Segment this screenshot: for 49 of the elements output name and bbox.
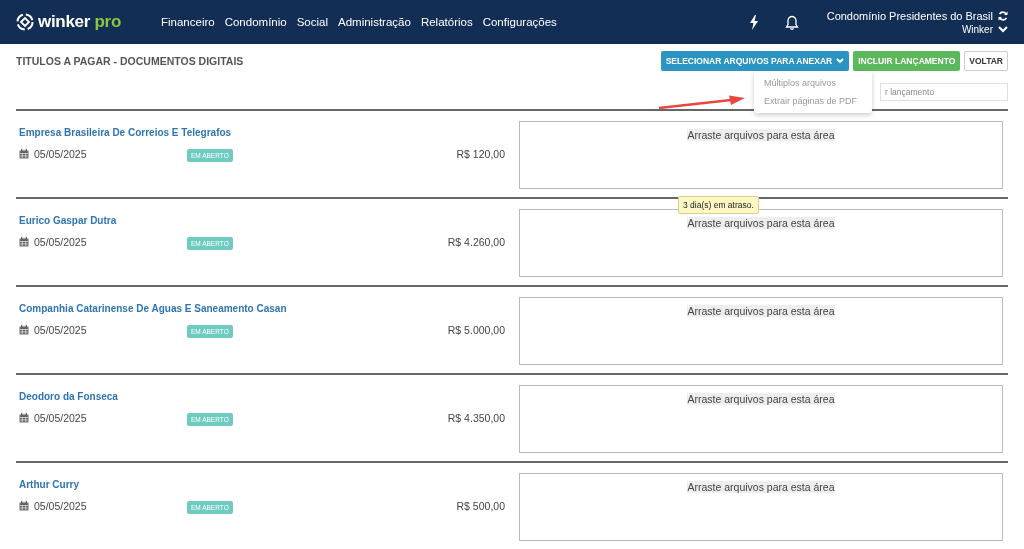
amount: R$ 120,00 <box>456 147 505 160</box>
calendar-icon <box>19 236 29 247</box>
nav-link[interactable]: Condomínio <box>224 16 287 28</box>
chevron-down-icon <box>836 58 845 64</box>
drop-zone-text: Arraste arquivos para esta área <box>687 129 835 141</box>
payee-link[interactable]: Eurico Gaspar Dutra <box>19 215 117 226</box>
payee-link[interactable]: Arthur Curry <box>19 479 79 490</box>
calendar-icon <box>19 324 29 335</box>
due-date: 05/05/2025 <box>34 235 87 248</box>
logo-icon <box>16 13 34 31</box>
drop-zone[interactable]: Arraste arquivos para esta área <box>519 473 1003 541</box>
nav-link[interactable]: Configurações <box>482 16 557 28</box>
payee-link[interactable]: Deodoro da Fonseca <box>19 391 118 402</box>
drop-zone[interactable]: Arraste arquivos para esta área <box>519 297 1003 365</box>
due-date: 05/05/2025 <box>34 323 87 336</box>
drop-zone[interactable]: Arraste arquivos para esta área <box>519 209 1003 277</box>
nav-link[interactable]: Social <box>296 16 328 28</box>
drop-zone-text: Arraste arquivos para esta área <box>687 393 835 405</box>
calendar-icon <box>19 148 29 159</box>
bell-icon[interactable] <box>784 14 799 30</box>
due-date: 05/05/2025 <box>34 411 87 424</box>
payee-link[interactable]: Companhia Catarinense De Aguas E Saneamento Casan <box>19 303 287 314</box>
calendar-icon <box>19 500 29 511</box>
drop-zone-text: Arraste arquivos para esta área <box>687 481 835 493</box>
due-date: 05/05/2025 <box>34 147 87 160</box>
drop-zone-text: Arraste arquivos para esta área <box>687 305 835 317</box>
drop-zone[interactable]: Arraste arquivos para esta área <box>519 385 1003 453</box>
search-field[interactable]: r lançamento <box>880 83 1008 101</box>
payee-link[interactable]: Empresa Brasileira De Correios E Telegrafos <box>19 127 232 138</box>
nav-link[interactable]: Relatórios <box>420 16 473 28</box>
nav-link[interactable]: Financeiro <box>160 16 215 28</box>
nav-link[interactable]: Administração <box>338 16 411 28</box>
drop-zone-text: Arraste arquivos para esta área <box>687 217 835 229</box>
drop-zone[interactable]: Arraste arquivos para esta área <box>519 121 1003 189</box>
chevron-down-icon[interactable] <box>998 25 1008 33</box>
condominium-name[interactable]: Condomínio Presidentes do Brasil <box>826 9 993 22</box>
logo-text: winker pro <box>38 12 121 32</box>
due-date: 05/05/2025 <box>34 499 87 512</box>
amount: R$ 500,00 <box>456 499 505 512</box>
action-button[interactable]: VOLTAR <box>964 51 1008 71</box>
calendar-icon <box>19 412 29 423</box>
amount: R$ 4.350,00 <box>447 411 505 424</box>
page-title: TITULOS A PAGAR - DOCUMENTOS DIGITAIS <box>16 55 244 67</box>
lightning-icon[interactable] <box>748 14 759 30</box>
amount: R$ 5.000,00 <box>447 323 505 336</box>
refresh-icon[interactable] <box>998 10 1008 21</box>
tooltip: 3 dia(s) em atraso. <box>678 196 759 214</box>
user-name[interactable]: Winker <box>961 23 993 35</box>
amount: R$ 4.260,00 <box>447 235 505 248</box>
